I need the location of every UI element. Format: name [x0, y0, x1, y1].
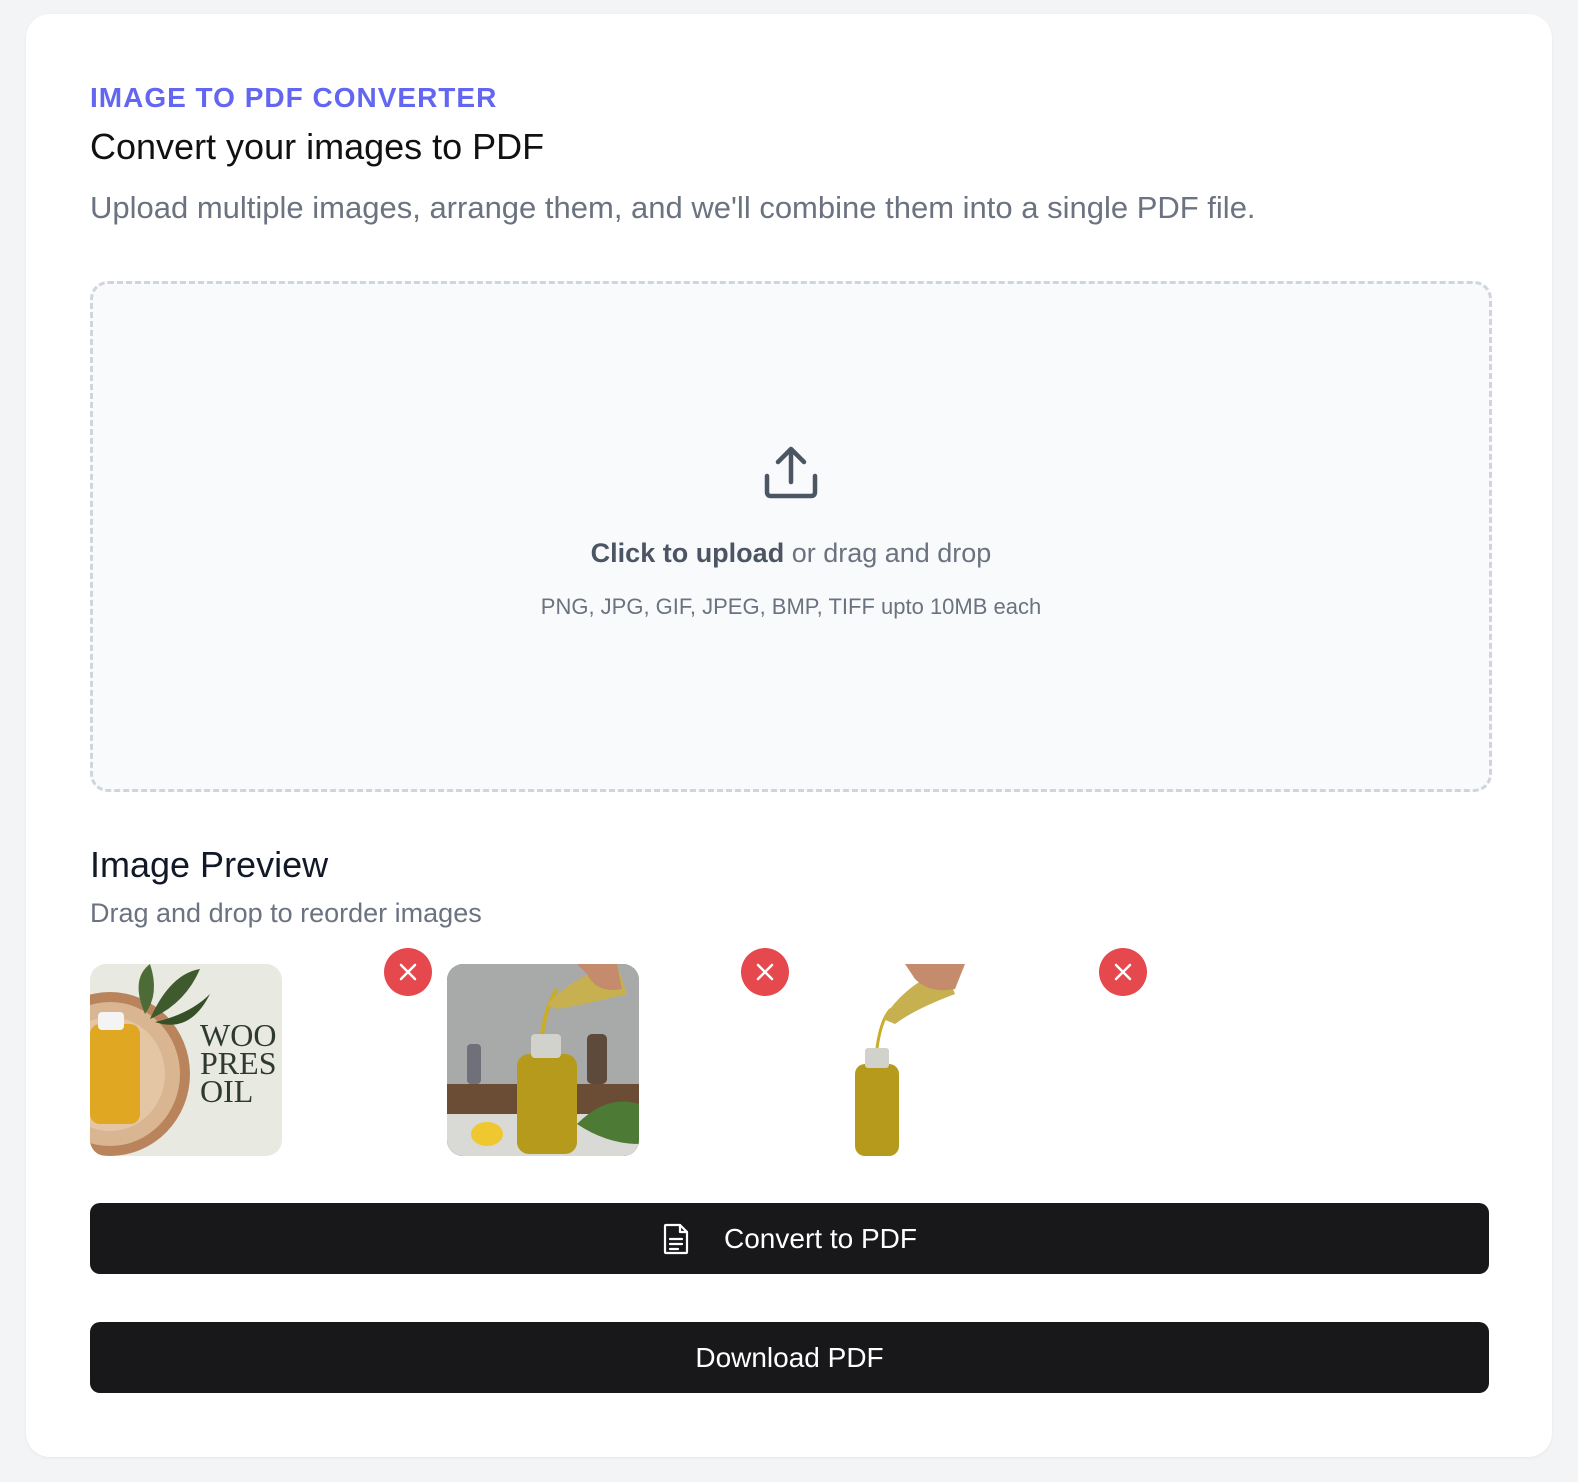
- thumb-text-line-3: OIL: [200, 1073, 253, 1109]
- preview-item[interactable]: WOO PRES OIL: [90, 964, 282, 1156]
- page-subtitle: Upload multiple images, arrange them, an…: [90, 190, 1256, 225]
- close-icon: [399, 963, 417, 981]
- upload-icon: [764, 446, 818, 499]
- download-label: Download PDF: [695, 1341, 884, 1373]
- wood-pressed-oil-image[interactable]: WOO PRES OIL: [90, 964, 282, 1156]
- upload-dropzone[interactable]: Click to upload or drag and drop PNG, JP…: [90, 281, 1492, 792]
- drag-drop-text: or drag and drop: [784, 538, 992, 568]
- upload-formats-hint: PNG, JPG, GIF, JPEG, BMP, TIFF upto 10MB…: [540, 594, 1042, 619]
- remove-image-button[interactable]: [1099, 948, 1147, 996]
- preview-subtitle: Drag and drop to reorder images: [90, 898, 482, 928]
- preview-title: Image Preview: [90, 844, 329, 885]
- remove-image-button[interactable]: [741, 948, 789, 996]
- oil-pouring-kitchen-image[interactable]: [447, 964, 639, 1156]
- close-icon: [1114, 963, 1132, 981]
- preview-item[interactable]: [447, 964, 639, 1156]
- convert-to-pdf-button[interactable]: Convert to PDF: [90, 1203, 1489, 1274]
- close-icon: [756, 963, 774, 981]
- click-to-upload-link[interactable]: Click to upload: [591, 538, 785, 568]
- upload-instruction: Click to upload or drag and drop: [93, 538, 1489, 569]
- convert-label: Convert to PDF: [724, 1222, 917, 1254]
- download-pdf-button[interactable]: Download PDF: [90, 1322, 1489, 1393]
- page-title: Convert your images to PDF: [90, 126, 545, 167]
- oil-pouring-white-bg-image[interactable]: [805, 964, 997, 1156]
- document-icon: [663, 1223, 689, 1254]
- converter-card: IMAGE TO PDF CONVERTER Convert your imag…: [26, 14, 1552, 1457]
- eyebrow-label: IMAGE TO PDF CONVERTER: [90, 82, 498, 113]
- remove-image-button[interactable]: [384, 948, 432, 996]
- preview-item[interactable]: [805, 964, 997, 1156]
